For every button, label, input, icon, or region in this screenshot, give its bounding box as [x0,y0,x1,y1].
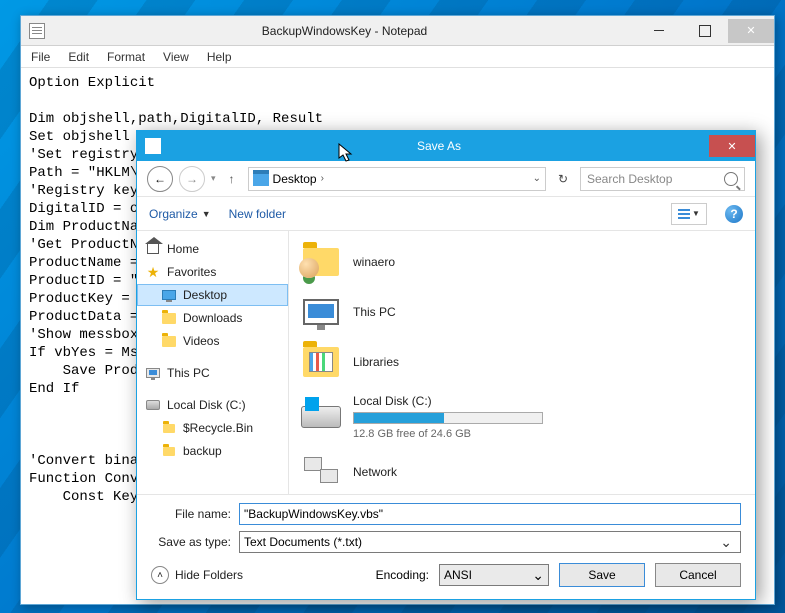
new-folder-button[interactable]: New folder [229,207,286,221]
savetype-dropdown[interactable]: Text Documents (*.txt) [239,531,741,553]
filename-input[interactable] [239,503,741,525]
address-bar[interactable]: Desktop › ⌄ [248,167,546,191]
tree-desktop[interactable]: Desktop [137,284,288,306]
pc-icon [303,299,339,325]
tree-recycle[interactable]: $Recycle.Bin [137,417,288,439]
menu-view[interactable]: View [163,50,189,64]
tree-downloads[interactable]: Downloads [137,307,288,329]
refresh-button[interactable]: ↻ [552,172,574,186]
list-view-icon [678,209,690,219]
chevron-up-icon: ˄ [151,566,169,584]
libraries-icon [303,347,339,377]
disk-fill [354,413,444,423]
tree-local-disk[interactable]: Local Disk (C:) [137,394,288,416]
desktop-icon [162,290,176,300]
filename-label: File name: [151,507,231,521]
folder-icon [163,447,175,456]
network-icon [304,457,338,487]
nav-forward-button: → [179,166,205,192]
notepad-app-icon [29,23,45,39]
disk-usage-bar [353,412,543,424]
file-libraries[interactable]: Libraries [295,341,749,383]
savetype-label: Save as type: [151,535,231,549]
chevron-right-icon[interactable]: › [321,173,324,184]
encoding-label: Encoding: [376,568,429,582]
folder-icon [163,424,175,433]
menu-edit[interactable]: Edit [68,50,89,64]
file-network[interactable]: Network [295,451,749,493]
view-options-button[interactable] [671,203,707,225]
tree-backup[interactable]: backup [137,440,288,462]
toolbar: Organize New folder ? [137,197,755,231]
save-button[interactable]: Save [559,563,645,587]
minimize-button[interactable] [636,19,682,43]
dialog-icon [145,138,161,154]
file-local-disk[interactable]: Local Disk (C:) 12.8 GB free of 24.6 GB [295,391,749,443]
encoding-dropdown[interactable]: ANSI [439,564,549,586]
file-this-pc[interactable]: This PC [295,291,749,333]
cancel-button[interactable]: Cancel [655,563,741,587]
organize-menu[interactable]: Organize [149,207,211,221]
nav-bar: ← → ▾ ↑ Desktop › ⌄ ↻ Search Desktop [137,161,755,197]
tree-videos[interactable]: Videos [137,330,288,352]
nav-history-dropdown[interactable]: ▾ [211,173,216,184]
tree-this-pc[interactable]: This PC [137,362,288,384]
folder-icon [162,336,176,347]
pc-icon [146,368,160,378]
close-button[interactable] [728,19,774,43]
save-as-dialog: Save As ← → ▾ ↑ Desktop › ⌄ ↻ Search Des… [136,130,756,600]
disk-icon [146,400,160,410]
search-box[interactable]: Search Desktop [580,167,745,191]
hide-folders-button[interactable]: ˄ Hide Folders [151,566,243,584]
star-icon: ★ [145,264,161,280]
user-folder-icon [303,248,339,276]
home-icon [147,244,159,254]
menu-format[interactable]: Format [107,50,145,64]
tree-favorites[interactable]: ★Favorites [137,261,288,283]
folder-icon [162,313,176,324]
chevron-down-icon[interactable]: ⌄ [533,173,541,184]
dialog-footer: File name: Save as type: Text Documents … [137,494,755,599]
dialog-close-button[interactable] [709,135,755,157]
disk-icon [301,406,341,428]
save-as-titlebar[interactable]: Save As [137,131,755,161]
nav-up-button[interactable]: ↑ [222,172,242,186]
help-button[interactable]: ? [725,205,743,223]
disk-free-text: 12.8 GB free of 24.6 GB [353,428,543,440]
nav-back-button[interactable]: ← [147,166,173,192]
desktop-icon [253,172,269,186]
notepad-titlebar[interactable]: BackupWindowsKey - Notepad [21,16,774,46]
maximize-button[interactable] [682,19,728,43]
menu-file[interactable]: File [31,50,50,64]
notepad-title: BackupWindowsKey - Notepad [53,24,636,38]
search-icon [724,172,738,186]
search-placeholder: Search Desktop [587,172,672,186]
tree-home[interactable]: Home [137,238,288,260]
file-list[interactable]: winaero This PC Libraries Local Disk (C:… [289,231,755,494]
breadcrumb-text[interactable]: Desktop [273,172,317,186]
notepad-menubar: File Edit Format View Help [21,46,774,68]
save-as-title: Save As [169,139,709,153]
file-winaero[interactable]: winaero [295,241,749,283]
navigation-pane[interactable]: Home ★Favorites Desktop Downloads Videos… [137,231,289,494]
menu-help[interactable]: Help [207,50,232,64]
